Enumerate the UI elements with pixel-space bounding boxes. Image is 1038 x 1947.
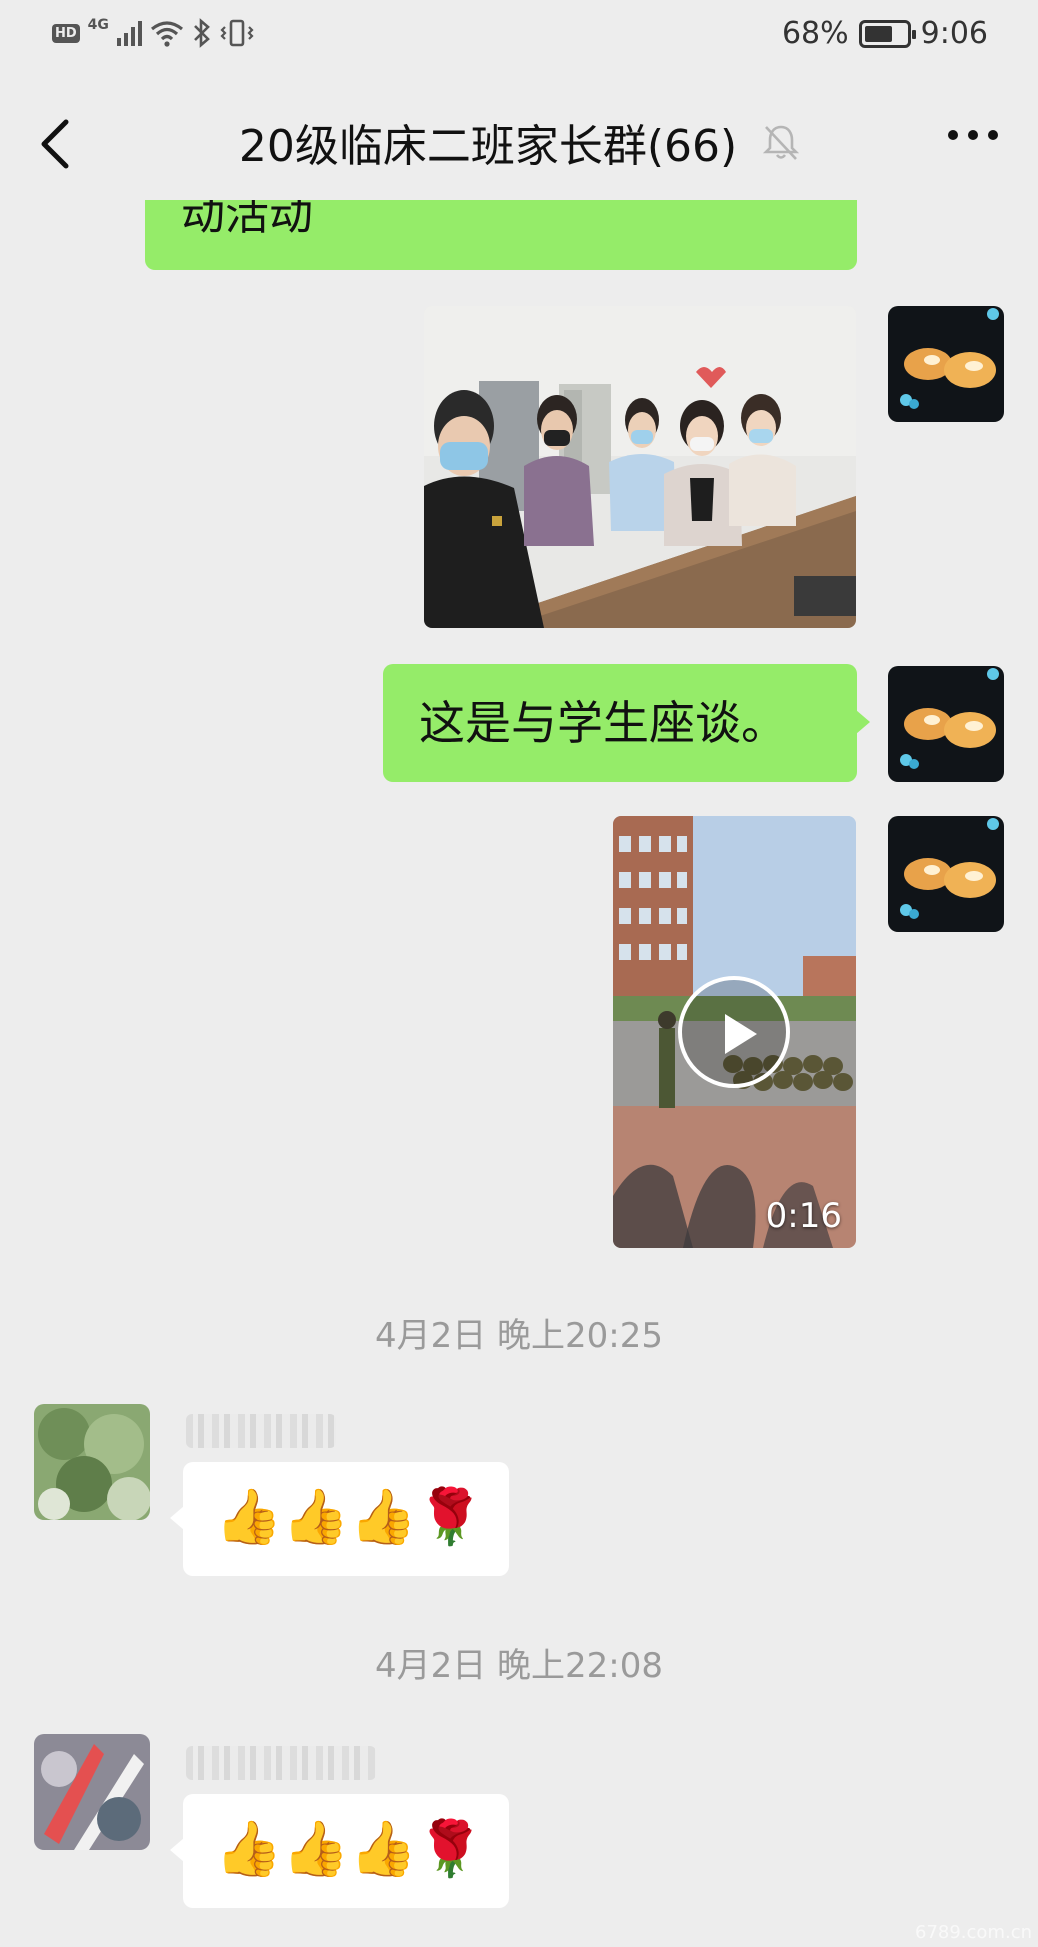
self-avatar[interactable] bbox=[888, 666, 1004, 782]
sender-avatar[interactable] bbox=[34, 1734, 150, 1850]
mute-bell-icon bbox=[763, 125, 800, 160]
bubble-tail bbox=[170, 1506, 184, 1530]
emoji-message: 👍👍👍🌹 bbox=[215, 1485, 484, 1548]
message-list[interactable]: 动活动 这是与学生座谈。 0:16 4月2日 晚上20:25 👍👍👍🌹 4月2日… bbox=[0, 200, 1038, 1947]
network-type: 4G bbox=[87, 17, 109, 33]
self-avatar[interactable] bbox=[888, 816, 1004, 932]
chat-header: 20级临床二班家长群(66) bbox=[0, 80, 1038, 200]
battery-percent: 68% bbox=[781, 16, 849, 51]
group-photo-image bbox=[424, 306, 856, 628]
watermark: 6789.com.cn bbox=[915, 1922, 1032, 1943]
timestamp: 4月2日 晚上20:25 bbox=[374, 1316, 664, 1356]
bluetooth-icon bbox=[193, 18, 210, 48]
emoji-message: 👍👍👍🌹 bbox=[215, 1817, 484, 1880]
message-text: 动活动 bbox=[181, 200, 313, 240]
self-avatar-image bbox=[888, 816, 1004, 932]
self-avatar[interactable] bbox=[888, 306, 1004, 422]
hd-indicator: HD bbox=[52, 23, 80, 43]
sent-photo-message[interactable] bbox=[424, 306, 856, 628]
sent-text-bubble[interactable]: 这是与学生座谈。 bbox=[383, 664, 857, 782]
more-options-button[interactable] bbox=[948, 130, 998, 140]
signal-icon bbox=[116, 20, 142, 46]
sent-video-message[interactable]: 0:16 bbox=[613, 816, 856, 1248]
sender-avatar[interactable] bbox=[34, 1404, 150, 1520]
status-bar: HD 4G 68% 9:06 bbox=[0, 0, 1038, 70]
self-avatar-image bbox=[888, 306, 1004, 422]
bubble-tail bbox=[856, 710, 870, 734]
video-duration: 0:16 bbox=[765, 1196, 842, 1236]
timestamp: 4月2日 晚上22:08 bbox=[374, 1646, 664, 1686]
chat-title[interactable]: 20级临床二班家长群(66) bbox=[239, 110, 737, 174]
sent-text-bubble-partial[interactable]: 动活动 bbox=[145, 200, 857, 270]
sender-name-blurred bbox=[186, 1746, 376, 1780]
chat-screen: HD 4G 68% 9:06 20级临床二班家长群(66) 动活动 这是与学生座… bbox=[0, 0, 1038, 1947]
vibrate-icon bbox=[220, 19, 254, 47]
self-avatar-image bbox=[888, 666, 1004, 782]
clock: 9:06 bbox=[920, 16, 988, 51]
message-text: 这是与学生座谈。 bbox=[419, 696, 787, 750]
sender-name-blurred bbox=[186, 1414, 336, 1448]
sender-avatar-image bbox=[34, 1734, 150, 1850]
play-icon[interactable] bbox=[709, 1004, 769, 1064]
wifi-icon bbox=[150, 21, 183, 47]
sender-avatar-image bbox=[34, 1404, 150, 1520]
bubble-tail bbox=[170, 1838, 184, 1862]
battery-icon bbox=[858, 19, 916, 48]
